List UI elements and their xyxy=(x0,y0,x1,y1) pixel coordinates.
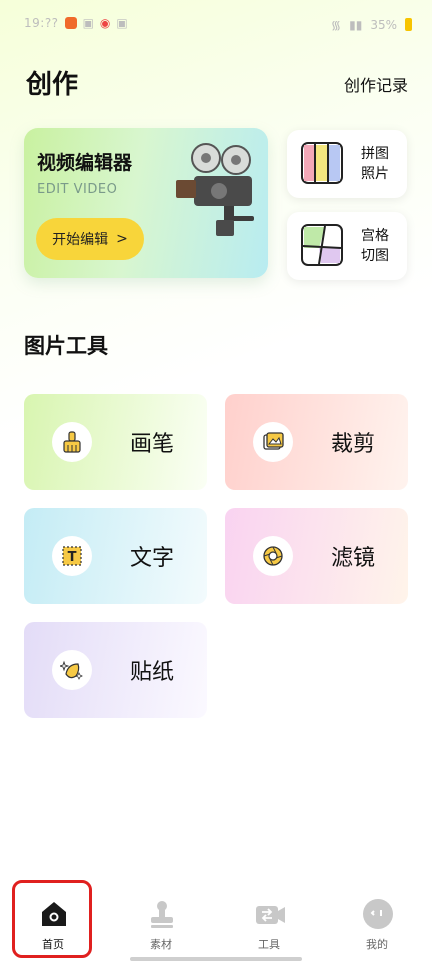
tab-materials[interactable]: 素材 xyxy=(116,884,206,964)
tool-sticker[interactable]: 贴纸 xyxy=(24,622,207,718)
filter-icon xyxy=(253,536,293,576)
collage-photo-card[interactable]: 拼图照片 xyxy=(287,130,407,198)
tab-tools-label: 工具 xyxy=(258,938,280,951)
crop-image-icon xyxy=(253,422,293,462)
status-time: 19:?? xyxy=(24,16,59,30)
brush-icon xyxy=(52,422,92,462)
tool-sticker-label: 贴纸 xyxy=(130,660,175,685)
tab-materials-label: 素材 xyxy=(150,938,172,951)
start-editing-button[interactable]: 开始编辑 > xyxy=(36,218,144,260)
notification-icon: ▣ xyxy=(82,16,94,30)
tab-profile-label: 我的 xyxy=(366,938,388,951)
film-camera-icon xyxy=(176,143,254,236)
collage-icon xyxy=(301,142,343,184)
video-editor-card[interactable]: 视频编辑器 EDIT VIDEO 开始编辑 > xyxy=(24,128,268,278)
video-editor-subtitle: EDIT VIDEO xyxy=(37,182,118,197)
tool-text-label: 文字 xyxy=(130,546,175,571)
tool-crop[interactable]: 裁剪 xyxy=(225,394,408,490)
video-editor-title: 视频编辑器 xyxy=(37,152,133,174)
grid-cut-icon xyxy=(301,224,343,266)
tool-crop-label: 裁剪 xyxy=(331,432,376,457)
battery-text: 35% xyxy=(370,17,397,32)
battery-icon xyxy=(405,18,412,31)
tab-tools[interactable]: 工具 xyxy=(224,884,314,964)
page-title: 创作 xyxy=(26,70,79,100)
start-editing-label: 开始编辑 xyxy=(52,232,109,248)
stamp-icon xyxy=(151,901,173,928)
home-tab-highlight xyxy=(12,880,92,958)
status-bar: 19:?? ▣ ◉ ▣ ᯾ ▮▮ 35% xyxy=(0,0,432,48)
collage-photo-label: 拼图照片 xyxy=(361,146,389,182)
notification-dot-icon: ▣ xyxy=(116,16,128,30)
weibo-icon: ◉ xyxy=(99,16,111,30)
grid-cut-label: 宫格切图 xyxy=(361,228,389,264)
creation-records-link[interactable]: 创作记录 xyxy=(344,72,408,96)
tool-filter-label: 滤镜 xyxy=(331,546,376,571)
wifi-icon: ᯾ xyxy=(330,18,342,32)
tools-icon xyxy=(256,906,285,924)
chevron-right-icon: > xyxy=(116,231,128,247)
svg-text:T: T xyxy=(68,550,77,565)
tab-profile[interactable]: 我的 xyxy=(332,884,422,964)
image-tools-heading: 图片工具 xyxy=(24,334,108,358)
tool-text[interactable]: T 文字 xyxy=(24,508,207,604)
notification-app-icon xyxy=(64,17,77,29)
signal-icon: ▮▮ xyxy=(349,17,363,32)
gesture-bar[interactable] xyxy=(130,957,302,961)
tool-filter[interactable]: 滤镜 xyxy=(225,508,408,604)
tool-brush[interactable]: 画笔 xyxy=(24,394,207,490)
text-icon: T xyxy=(52,536,92,576)
profile-icon xyxy=(363,899,393,929)
grid-cut-card[interactable]: 宫格切图 xyxy=(287,212,407,280)
sticker-icon xyxy=(52,650,92,690)
tool-brush-label: 画笔 xyxy=(130,432,175,457)
